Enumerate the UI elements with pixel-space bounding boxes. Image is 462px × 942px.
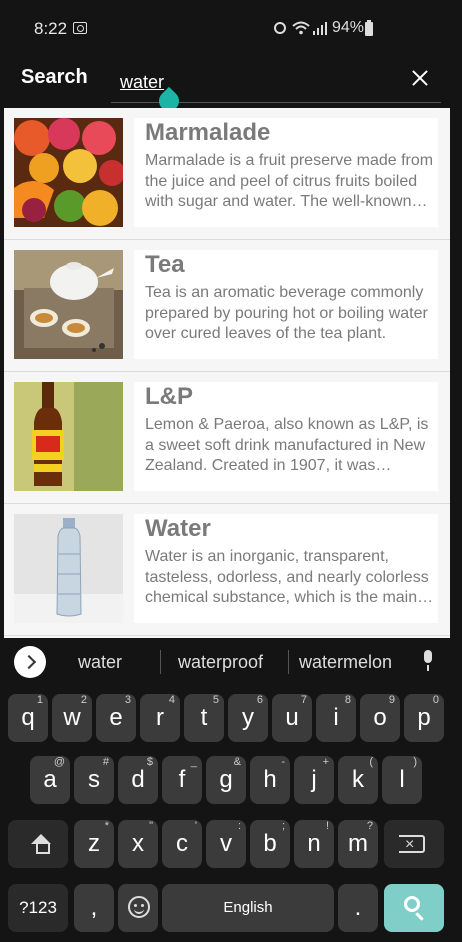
results-list: Marmalade Marmalade is a fruit preserve … xyxy=(4,108,450,638)
key-p[interactable]: p0 xyxy=(404,694,444,742)
comma-key[interactable]: , xyxy=(74,884,114,932)
key-j[interactable]: j + xyxy=(294,756,334,804)
screenshot-icon xyxy=(73,22,87,34)
key-q[interactable]: q1 xyxy=(8,694,48,742)
result-description: Water is an inorganic, transparent, tast… xyxy=(145,548,429,606)
microphone-icon[interactable] xyxy=(422,650,434,674)
search-icon xyxy=(404,896,420,912)
result-item[interactable]: Marmalade Marmalade is a fruit preserve … xyxy=(4,108,450,240)
key-n[interactable]: n! xyxy=(294,820,334,868)
backspace-key[interactable] xyxy=(384,820,444,869)
key-v[interactable]: v: xyxy=(206,820,246,868)
key-k[interactable]: k( xyxy=(338,756,378,804)
battery-icon xyxy=(365,20,373,36)
suggestion-item[interactable]: water xyxy=(78,652,122,673)
divider xyxy=(288,650,289,674)
key-l[interactable]: l) xyxy=(382,756,422,804)
key-s[interactable]: s # xyxy=(74,756,114,804)
result-title: Marmalade xyxy=(145,119,271,146)
shift-key[interactable] xyxy=(8,820,68,868)
search-key[interactable] xyxy=(384,884,444,932)
result-description: Tea is an aromatic beverage commonly pre… xyxy=(145,284,428,342)
result-description: Lemon & Paeroa, also known as L&P, is a … xyxy=(145,416,429,474)
key-r[interactable]: r4 xyxy=(140,694,180,742)
marmalade-image xyxy=(14,118,123,227)
suggestion-item[interactable]: watermelon xyxy=(299,652,392,673)
key-f[interactable]: f _ xyxy=(162,756,202,804)
key-y[interactable]: y6 xyxy=(228,694,268,742)
key-g[interactable]: g & xyxy=(206,756,246,804)
key-o[interactable]: o9 xyxy=(360,694,400,742)
suggestion-item[interactable]: waterproof xyxy=(178,652,263,673)
space-key[interactable]: English xyxy=(162,884,334,932)
key-h[interactable]: h- xyxy=(250,756,290,804)
backspace-icon xyxy=(399,821,425,869)
signal-icon xyxy=(313,22,327,35)
result-title: Tea xyxy=(145,251,185,278)
status-bar: 8:22 94% xyxy=(0,0,462,58)
result-title: L&P xyxy=(145,383,193,410)
key-c[interactable]: c ' xyxy=(162,820,202,868)
keyboard: water waterproof watermelon q1 w2 e3 r4 … xyxy=(0,638,462,942)
emoji-key[interactable] xyxy=(118,884,158,932)
result-title: Water xyxy=(145,515,211,542)
suggestion-bar: water waterproof watermelon xyxy=(0,638,462,686)
search-title: Search xyxy=(21,66,88,88)
result-card: L&P Lemon & Paeroa, also known as L&P, i… xyxy=(134,382,438,491)
close-icon[interactable] xyxy=(406,64,434,92)
key-m[interactable]: m? xyxy=(338,820,378,868)
result-card: Water Water is an inorganic, transparent… xyxy=(134,514,438,623)
wifi-icon xyxy=(292,21,310,35)
key-i[interactable]: i8 xyxy=(316,694,356,742)
key-e[interactable]: e3 xyxy=(96,694,136,742)
expand-arrow-icon[interactable] xyxy=(14,646,46,678)
key-t[interactable]: t5 xyxy=(184,694,224,742)
lp-image xyxy=(14,382,123,491)
symbols-key[interactable]: ?123 xyxy=(8,884,68,932)
alarm-icon xyxy=(274,22,286,34)
battery-percent: 94% xyxy=(332,19,365,36)
tea-image xyxy=(14,250,123,359)
search-header: Search xyxy=(0,58,462,116)
key-w[interactable]: w2 xyxy=(52,694,92,742)
result-item[interactable]: Water Water is an inorganic, transparent… xyxy=(4,504,450,636)
key-b[interactable]: b; xyxy=(250,820,290,868)
key-a[interactable]: a @ xyxy=(30,756,70,804)
key-u[interactable]: u7 xyxy=(272,694,312,742)
result-card: Tea Tea is an aromatic beverage commonly… xyxy=(134,250,438,359)
key-x[interactable]: x " xyxy=(118,820,158,868)
result-description: Marmalade is a fruit preserve made from … xyxy=(145,152,434,210)
shift-icon xyxy=(31,834,51,854)
status-time: 8:22 xyxy=(34,19,68,38)
emoji-icon xyxy=(128,896,150,918)
result-item[interactable]: Tea Tea is an aromatic beverage commonly… xyxy=(4,240,450,372)
period-key[interactable]: . xyxy=(338,884,378,932)
divider xyxy=(160,650,161,674)
water-image xyxy=(14,514,123,623)
key-d[interactable]: d $ xyxy=(118,756,158,804)
result-card: Marmalade Marmalade is a fruit preserve … xyxy=(134,118,438,227)
result-item[interactable]: L&P Lemon & Paeroa, also known as L&P, i… xyxy=(4,372,450,504)
key-z[interactable]: z * xyxy=(74,820,114,868)
